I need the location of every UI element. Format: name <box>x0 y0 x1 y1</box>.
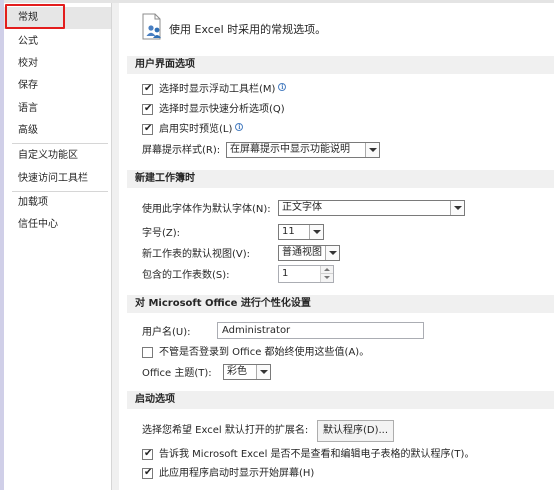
font-size-value: 11 <box>282 226 295 237</box>
check-icon: ✔ <box>144 83 153 94</box>
sidebar-item-quick-access-toolbar[interactable]: 快速访问工具栏 <box>4 168 111 190</box>
chevron-down-icon[interactable] <box>450 201 464 215</box>
always-use-label: 不管是否登录到 Office 都始终使用这些值(A)。 <box>159 347 370 358</box>
check-icon: ✔ <box>144 103 153 114</box>
chevron-down-icon[interactable] <box>256 365 270 379</box>
show-start-screen-checkbox[interactable]: ✔ <box>142 467 153 479</box>
sidebar-item-language[interactable]: 语言 <box>4 98 111 120</box>
general-options-panel: 使用 Excel 时采用的常规选项。 用户界面选项 ✔ 选择时显示浮动工具栏(M… <box>119 3 554 490</box>
spin-down-icon[interactable] <box>321 274 333 282</box>
office-theme-select[interactable]: 彩色 <box>223 364 271 380</box>
sidebar-item-trust-center[interactable]: 信任中心 <box>4 214 111 236</box>
extensions-label: 选择您希望 Excel 默认打开的扩展名: <box>142 425 309 436</box>
default-view-label: 新工作表的默认视图(V): <box>142 249 251 260</box>
default-font-label: 使用此字体作为默认字体(N): <box>142 204 271 215</box>
spin-up-icon[interactable] <box>321 266 333 274</box>
quick-analysis-option: 选择时显示快速分析选项(Q) <box>159 103 285 117</box>
panel-gutter <box>112 3 119 490</box>
check-icon: ✔ <box>144 467 153 478</box>
check-icon: ✔ <box>144 123 153 134</box>
quick-analysis-label: 选择时显示快速分析选项(Q) <box>159 104 285 115</box>
sheet-count-spinner[interactable]: 1 <box>278 265 334 283</box>
font-size-select[interactable]: 11 <box>278 224 324 240</box>
screentip-style-select[interactable]: 在屏幕提示中显示功能说明 <box>226 142 380 158</box>
live-preview-option: 启用实时预览(L) i <box>159 123 244 137</box>
page-header-title: 使用 Excel 时采用的常规选项。 <box>169 23 327 36</box>
sidebar-item-formulas[interactable]: 公式 <box>4 31 111 53</box>
mini-toolbar-checkbox[interactable]: ✔ <box>142 83 153 95</box>
default-programs-button[interactable]: 默认程序(D)... <box>317 420 394 442</box>
selection-highlight-box <box>5 4 65 29</box>
check-icon: ✔ <box>144 448 153 459</box>
spinner-buttons <box>320 266 333 282</box>
sidebar-item-proofing[interactable]: 校对 <box>4 53 111 75</box>
options-sidebar: 常规 公式 校对 保存 语言 高级 自定义功能区 快速访问工具栏 加载项 信任中… <box>4 3 112 490</box>
excel-options-window: 常规 公式 校对 保存 语言 高级 自定义功能区 快速访问工具栏 加载项 信任中… <box>0 0 554 490</box>
sheet-count-value: 1 <box>282 268 289 279</box>
default-font-value: 正文字体 <box>282 202 322 213</box>
live-preview-checkbox[interactable]: ✔ <box>142 123 153 135</box>
sidebar-divider <box>12 143 108 144</box>
chevron-down-icon[interactable] <box>365 143 379 157</box>
username-input[interactable]: Administrator <box>217 322 424 339</box>
tell-default-checkbox[interactable]: ✔ <box>142 448 153 460</box>
office-theme-label: Office 主题(T): <box>142 368 212 379</box>
chevron-down-icon[interactable] <box>325 246 339 260</box>
office-theme-value: 彩色 <box>227 366 247 377</box>
quick-analysis-checkbox[interactable]: ✔ <box>142 103 153 115</box>
always-use-checkbox[interactable] <box>142 347 153 358</box>
default-font-select[interactable]: 正文字体 <box>278 200 465 216</box>
sidebar-item-add-ins[interactable]: 加载项 <box>4 192 111 214</box>
font-size-label: 字号(Z): <box>142 228 181 239</box>
tell-default-label: 告诉我 Microsoft Excel 是否不是查看和编辑电子表格的默认程序(T… <box>159 449 475 460</box>
sidebar-item-customize-ribbon[interactable]: 自定义功能区 <box>4 145 111 167</box>
mini-toolbar-label: 选择时显示浮动工具栏(M) <box>159 84 276 95</box>
sidebar-item-save[interactable]: 保存 <box>4 75 111 97</box>
options-people-icon <box>142 13 161 40</box>
mini-toolbar-option: 选择时显示浮动工具栏(M) i <box>159 83 287 97</box>
default-view-value: 普通视图 <box>282 247 322 258</box>
default-view-select[interactable]: 普通视图 <box>278 245 340 261</box>
section-ui-options: 用户界面选项 <box>127 56 554 74</box>
chevron-down-icon[interactable] <box>309 225 323 239</box>
live-preview-label: 启用实时预览(L) <box>159 124 233 135</box>
username-label: 用户名(U): <box>142 327 191 338</box>
section-personalize: 对 Microsoft Office 进行个性化设置 <box>127 295 554 313</box>
info-icon[interactable]: i <box>235 123 244 131</box>
section-new-workbook: 新建工作簿时 <box>127 170 554 188</box>
info-icon[interactable]: i <box>278 83 287 91</box>
sheet-count-label: 包含的工作表数(S): <box>142 270 230 281</box>
screentip-style-value: 在屏幕提示中显示功能说明 <box>230 144 350 155</box>
section-startup: 启动选项 <box>127 391 554 409</box>
sidebar-item-advanced[interactable]: 高级 <box>4 120 111 142</box>
screentip-label: 屏幕提示样式(R): <box>142 145 221 156</box>
show-start-screen-label: 此应用程序启动时显示开始屏幕(H) <box>159 468 315 479</box>
